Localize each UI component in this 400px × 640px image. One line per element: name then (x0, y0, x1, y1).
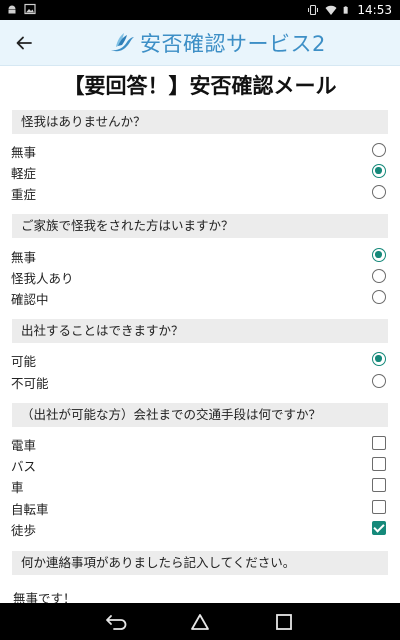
home-nav-button[interactable] (186, 611, 214, 633)
option-row[interactable]: バス (0, 454, 400, 475)
home-nav-icon (191, 614, 209, 630)
back-button[interactable] (10, 30, 38, 56)
page-title: 【要回答！】安否確認メール (63, 74, 337, 98)
option-row[interactable]: 車 (0, 475, 400, 496)
radio-button[interactable] (372, 143, 386, 157)
option-label: 確認中 (11, 292, 49, 307)
status-time: 14:53 (357, 3, 392, 17)
option-row[interactable]: 重症 (0, 182, 400, 203)
checkbox[interactable] (372, 500, 386, 514)
option-row[interactable]: 自転車 (0, 497, 400, 518)
option-row[interactable]: 無事 (0, 140, 400, 161)
app-logo: 安否確認サービス2 (108, 27, 326, 59)
option-label: 不可能 (11, 376, 49, 391)
radio-button-selected[interactable] (372, 248, 386, 262)
option-label: 軽症 (11, 166, 37, 181)
option-label: 無事 (11, 250, 37, 265)
checkbox[interactable] (372, 436, 386, 450)
question-transport: （出社が可能な方）会社までの交通手段は何ですか？ (12, 403, 388, 427)
option-label: 自転車 (11, 502, 49, 517)
option-label: 重症 (11, 187, 37, 202)
radio-button[interactable] (372, 290, 386, 304)
radio-button-selected[interactable] (372, 164, 386, 178)
vibrate-icon (308, 4, 319, 16)
arrow-left-icon (16, 36, 32, 50)
status-bar: 14:53 (0, 0, 400, 20)
radio-button[interactable] (372, 269, 386, 283)
radio-button-selected[interactable] (372, 352, 386, 366)
question-injury: 怪我はありませんか？ (12, 110, 388, 134)
option-row[interactable]: 可能 (0, 349, 400, 370)
back-nav-button[interactable] (103, 611, 131, 633)
battery-icon (344, 6, 349, 14)
option-label: 徒歩 (11, 523, 37, 538)
option-row[interactable]: 不可能 (0, 371, 400, 392)
option-row[interactable]: 電車 (0, 433, 400, 454)
option-label: 電車 (11, 438, 37, 453)
checkbox[interactable] (372, 478, 386, 492)
image-icon (24, 3, 36, 15)
question-message: 何か連絡事項がありましたら記入してください。 (12, 551, 388, 575)
option-label: 怪我人あり (11, 271, 74, 286)
recents-nav-button[interactable] (270, 611, 298, 633)
checkbox-checked[interactable] (372, 521, 386, 535)
wifi-icon (325, 5, 337, 15)
option-row[interactable]: 怪我人あり (0, 266, 400, 287)
option-label: 無事 (11, 145, 37, 160)
option-label: 可能 (11, 354, 37, 369)
dove-icon (111, 33, 134, 52)
app-header: 安否確認サービス2 (0, 20, 400, 66)
navigation-bar (0, 603, 400, 640)
recents-nav-icon (276, 614, 292, 630)
option-label: 車 (11, 480, 24, 495)
question-commute: 出社することはできますか？ (12, 319, 388, 343)
option-row[interactable]: 無事 (0, 245, 400, 266)
checkbox[interactable] (372, 457, 386, 471)
question-family-injury: ご家族で怪我をされた方はいますか？ (12, 214, 388, 238)
status-right-icons: 14:53 (307, 0, 392, 20)
status-left-icons (6, 3, 36, 15)
radio-button[interactable] (372, 374, 386, 388)
radio-button[interactable] (372, 185, 386, 199)
option-row[interactable]: 徒歩 (0, 518, 400, 539)
back-nav-icon (106, 615, 127, 630)
option-row[interactable]: 確認中 (0, 287, 400, 308)
option-label: バス (11, 459, 37, 474)
option-row[interactable]: 軽症 (0, 161, 400, 182)
android-icon (8, 5, 16, 14)
app-name: 安否確認サービス2 (140, 32, 326, 56)
